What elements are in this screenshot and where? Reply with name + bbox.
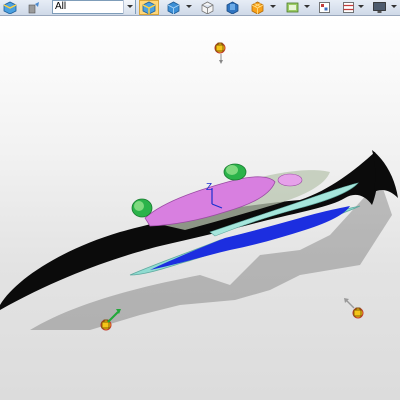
monitor-icon[interactable]: [370, 0, 388, 15]
z-axis-label: Z: [206, 182, 212, 193]
select-filter-icon[interactable]: [2, 0, 18, 15]
wireframe-icon[interactable]: [197, 0, 217, 15]
black-hull-right-tip: [372, 150, 398, 198]
engine-right-face: [226, 165, 238, 175]
magenta-nose: [277, 173, 303, 187]
view-settings-dropdown[interactable]: [304, 5, 310, 8]
monitor-dropdown[interactable]: [391, 5, 397, 8]
orientation-cube-dropdown[interactable]: [270, 5, 276, 8]
split-view-icon[interactable]: [340, 0, 356, 15]
view-orientation-icon[interactable]: [163, 0, 183, 15]
selection-filter-value: All: [55, 1, 67, 12]
split-view-dropdown[interactable]: [358, 5, 364, 8]
orientation-cube-icon[interactable]: [247, 0, 267, 15]
light-bottom-right-icon[interactable]: [344, 298, 364, 319]
section-view-icon[interactable]: [222, 0, 242, 15]
view-settings-icon[interactable]: [282, 0, 302, 15]
engine-left-face: [134, 201, 144, 211]
selection-filter-drop-button[interactable]: [123, 0, 135, 14]
graphics-viewport[interactable]: Z: [0, 16, 400, 400]
toolbar: All: [0, 0, 400, 16]
pick-filter-icon[interactable]: [26, 0, 42, 15]
model-scene: Z: [0, 42, 398, 331]
view-orientation-dropdown[interactable]: [186, 5, 192, 8]
display-style-icon[interactable]: [139, 0, 159, 15]
layers-icon[interactable]: [316, 0, 332, 15]
light-top-icon[interactable]: [214, 42, 226, 64]
